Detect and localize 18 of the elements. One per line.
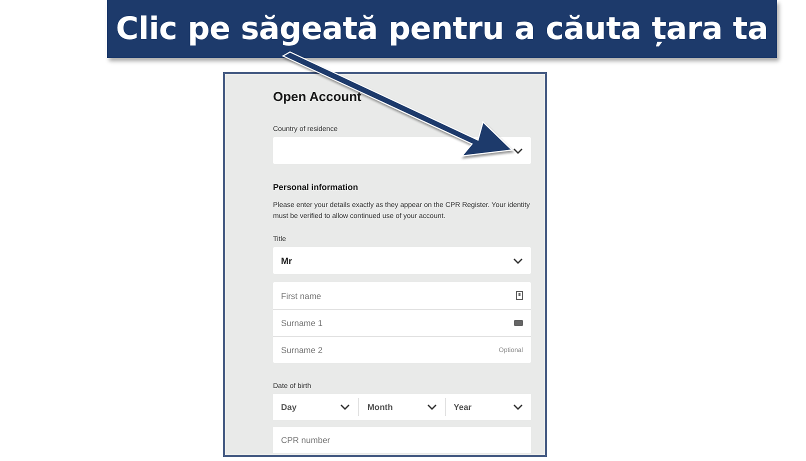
chevron-down-icon bbox=[513, 258, 523, 264]
instruction-banner: Clic pe săgeată pentru a căuta țara ta bbox=[107, 0, 777, 58]
chevron-down-icon bbox=[426, 404, 437, 410]
chevron-down-icon bbox=[513, 148, 523, 154]
contact-card-icon bbox=[516, 291, 523, 300]
date-select[interactable]: Day bbox=[273, 398, 358, 416]
chevron-down-icon bbox=[512, 404, 523, 410]
section-title: Personal information bbox=[273, 182, 358, 192]
text-input-field[interactable]: Surname 1 bbox=[273, 309, 531, 336]
country-select[interactable] bbox=[273, 137, 531, 164]
chevron-down-icon bbox=[340, 404, 350, 410]
cpr-input-field[interactable]: CPR number bbox=[273, 427, 531, 453]
card-icon bbox=[514, 320, 523, 326]
form-title: Open Account bbox=[273, 89, 362, 104]
date-select[interactable]: Year bbox=[444, 398, 531, 416]
text-input-field[interactable]: First name bbox=[273, 282, 531, 309]
date-select[interactable]: Month bbox=[358, 398, 445, 416]
title-select[interactable]: Mr bbox=[273, 247, 531, 274]
